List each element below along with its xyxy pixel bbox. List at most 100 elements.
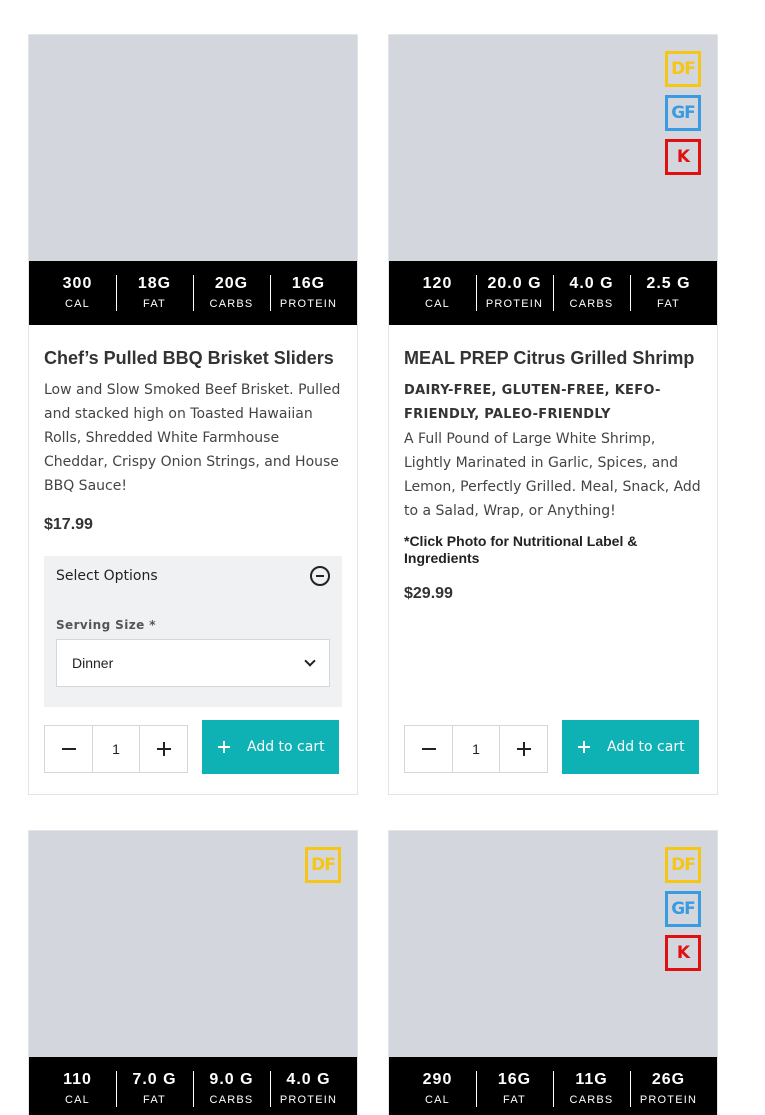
nutrition-value: 4.0 G [286, 1071, 331, 1088]
nutrition-label: FAT [657, 298, 680, 310]
nutrition-label: FAT [143, 1094, 166, 1106]
plus-icon [578, 741, 590, 753]
nutrition-note: *Click Photo for Nutritional Label & Ing… [404, 533, 638, 566]
nutrition-item: 2.5 G FAT [630, 275, 707, 311]
nutrition-label: CARBS [569, 298, 614, 310]
options-header[interactable]: Select Options [56, 566, 330, 586]
nutrition-label: FAT [503, 1094, 526, 1106]
nutrition-label: CARBS [209, 298, 254, 310]
decrease-button[interactable] [405, 726, 452, 772]
cart-row: 1 Add to cart [404, 720, 699, 774]
product-photo[interactable]: DF GF K [389, 831, 717, 1057]
keto-badge-icon: K [665, 139, 701, 175]
collapse-icon[interactable] [310, 566, 330, 586]
product-description: A Full Pound of Large White Shrimp, Ligh… [404, 431, 701, 519]
nutrition-item: 18G FAT [116, 275, 193, 311]
product-title[interactable]: MEAL PREP Citrus Grilled Shrimp [404, 347, 702, 369]
nutrition-label: CAL [425, 298, 450, 310]
quantity-stepper: 1 [44, 724, 188, 773]
increase-button[interactable] [500, 726, 547, 772]
nutrition-item: 20.0 G PROTEIN [476, 275, 553, 311]
nutrition-value: 9.0 G [209, 1071, 254, 1088]
product-card: 300 CAL 18G FAT 20G CARBS 16G PROTEIN Ch… [28, 34, 358, 795]
nutrition-item: 26G PROTEIN [630, 1071, 707, 1107]
nutrition-value: 4.0 G [569, 275, 614, 292]
nutrition-label: FAT [143, 298, 166, 310]
nutrition-item: 4.0 G PROTEIN [270, 1071, 347, 1107]
diet-tags: DAIRY-FREE, GLUTEN-FREE, KEFO-FRIENDLY, … [404, 383, 661, 422]
product-body: MEAL PREP Citrus Grilled Shrimp DAIRY-FR… [389, 347, 717, 603]
options-panel: Select Options Serving Size * Dinner [44, 556, 342, 707]
product-description: Low and Slow Smoked Beef Brisket. Pulled… [44, 382, 341, 494]
nutrition-bar: 110 CAL 7.0 G FAT 9.0 G CARBS 4.0 G PROT… [29, 1057, 357, 1115]
nutrition-value: 16G [497, 1071, 532, 1088]
serving-size-label: Serving Size * [56, 618, 156, 632]
cart-row: 1 Add to cart [44, 720, 339, 774]
chevron-down-icon [304, 654, 316, 667]
gluten-free-badge-icon: GF [665, 95, 701, 131]
nutrition-item: 9.0 G CARBS [193, 1071, 270, 1107]
dairy-free-badge-icon: DF [665, 847, 701, 883]
product-card: DF GF K 290 CAL 16G FAT 11G CARBS 26G PR… [388, 830, 718, 1115]
nutrition-item: 290 CAL [399, 1071, 476, 1107]
nutrition-value: 110 [63, 1071, 92, 1088]
nutrition-value: 7.0 G [132, 1071, 177, 1088]
quantity-stepper: 1 [404, 724, 548, 773]
nutrition-label: PROTEIN [639, 1094, 698, 1106]
dairy-free-badge-icon: DF [665, 51, 701, 87]
serving-size-select[interactable]: Dinner [56, 639, 330, 687]
increase-button[interactable] [140, 726, 187, 772]
nutrition-item: 110 CAL [39, 1071, 116, 1107]
nutrition-bar: 290 CAL 16G FAT 11G CARBS 26G PROTEIN [389, 1057, 717, 1115]
quantity-input[interactable]: 1 [452, 725, 500, 772]
quantity-input[interactable]: 1 [92, 725, 140, 772]
nutrition-value: 16G [291, 275, 326, 292]
nutrition-item: 11G CARBS [553, 1071, 630, 1107]
nutrition-label: CAL [65, 1094, 90, 1106]
product-price: $29.99 [404, 585, 453, 602]
product-photo[interactable]: DF [29, 831, 357, 1057]
serving-size-value: Dinner [72, 655, 114, 671]
decrease-button[interactable] [45, 726, 92, 772]
nutrition-label: CARBS [209, 1094, 254, 1106]
add-to-cart-button[interactable]: Add to cart [562, 720, 699, 774]
nutrition-label: PROTEIN [485, 298, 544, 310]
nutrition-value: 20G [214, 275, 249, 292]
nutrition-item: 4.0 G CARBS [553, 275, 630, 311]
product-photo[interactable]: DF GF K [389, 35, 717, 261]
nutrition-value: 120 [422, 275, 453, 292]
minus-icon [421, 747, 436, 750]
add-to-cart-label: Add to cart [247, 739, 325, 755]
nutrition-value: 20.0 G [487, 275, 542, 292]
nutrition-bar: 300 CAL 18G FAT 20G CARBS 16G PROTEIN [29, 261, 357, 325]
nutrition-bar: 120 CAL 20.0 G PROTEIN 4.0 G CARBS 2.5 G… [389, 261, 717, 325]
dairy-free-badge-icon: DF [305, 847, 341, 883]
nutrition-label: CAL [65, 298, 90, 310]
product-card: DF GF K 120 CAL 20.0 G PROTEIN 4.0 G CAR… [388, 34, 718, 795]
gluten-free-badge-icon: GF [665, 891, 701, 927]
nutrition-item: 16G PROTEIN [270, 275, 347, 311]
nutrition-label: CAL [425, 1094, 450, 1106]
add-to-cart-label: Add to cart [607, 739, 685, 755]
add-to-cart-button[interactable]: Add to cart [202, 720, 339, 774]
nutrition-label: PROTEIN [279, 1094, 338, 1106]
product-body: Chef’s Pulled BBQ Brisket Sliders Low an… [29, 347, 357, 534]
nutrition-item: 16G FAT [476, 1071, 553, 1107]
nutrition-value: 11G [575, 1071, 608, 1088]
nutrition-item: 20G CARBS [193, 275, 270, 311]
nutrition-item: 7.0 G FAT [116, 1071, 193, 1107]
nutrition-label: CARBS [569, 1094, 614, 1106]
nutrition-value: 2.5 G [646, 275, 691, 292]
product-photo[interactable] [29, 35, 357, 261]
nutrition-item: 300 CAL [39, 275, 116, 311]
nutrition-label: PROTEIN [279, 298, 338, 310]
nutrition-value: 300 [62, 275, 93, 292]
product-title[interactable]: Chef’s Pulled BBQ Brisket Sliders [44, 347, 342, 369]
nutrition-value: 26G [651, 1071, 686, 1088]
product-card: DF 110 CAL 7.0 G FAT 9.0 G CARBS 4.0 G P… [28, 830, 358, 1115]
plus-icon [218, 741, 230, 753]
product-price: $17.99 [44, 516, 93, 533]
minus-icon [61, 747, 76, 750]
diet-badges: DF [305, 847, 341, 883]
diet-badges: DF GF K [665, 51, 701, 175]
